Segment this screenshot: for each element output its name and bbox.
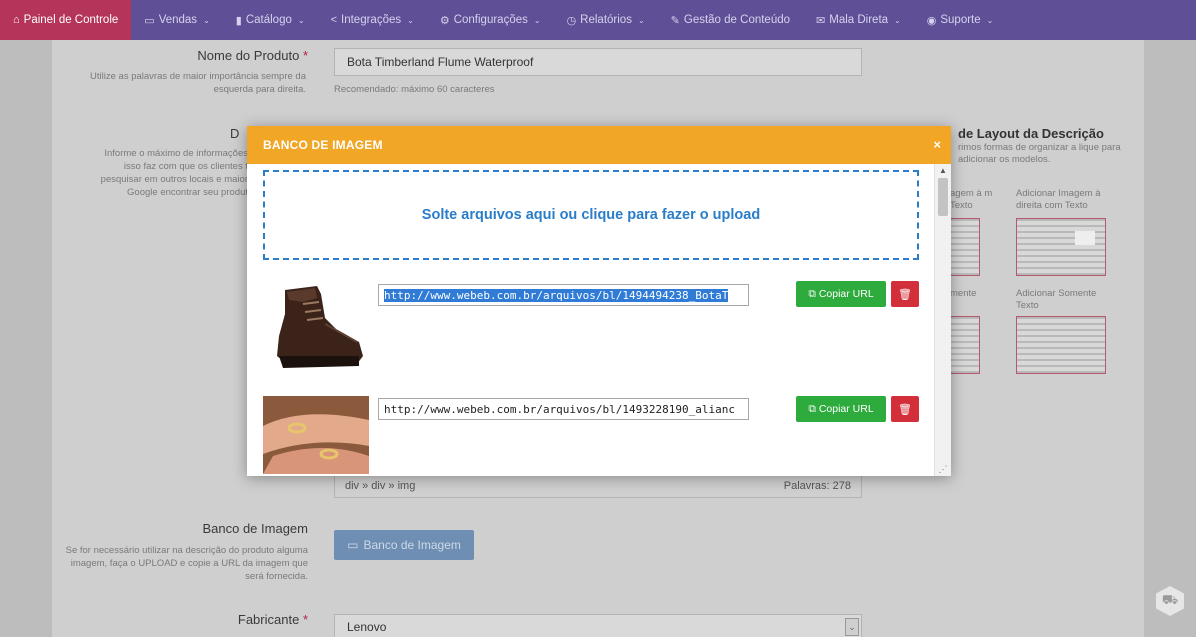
nav-label: Integrações [341, 14, 402, 26]
chevron-down-icon: ⌄ [203, 15, 210, 25]
copy-url-label: Copiar URL [818, 288, 874, 300]
nav-label: Vendas [158, 14, 198, 26]
required-marker: * [302, 48, 308, 63]
nav-label: Mala Direta [829, 14, 889, 26]
manufacturer-label: Fabricante * [110, 612, 308, 627]
nav-label: Suporte [940, 14, 981, 26]
description-hint-line: isso faz com que os clientes t [123, 161, 248, 172]
dropzone-text: Solte arquivos aqui ou clique para fazer… [421, 207, 761, 223]
clock-icon: ◷ [566, 14, 577, 27]
delete-image-button[interactable]: 🗑 [891, 396, 919, 422]
nav-label: Catálogo [245, 14, 292, 26]
manufacturer-select[interactable]: Lenovo ⌄ [334, 614, 862, 637]
product-name-input[interactable]: Bota Timberland Flume Waterproof [334, 48, 862, 76]
template-label: Adicionar Somente Texto [1016, 288, 1097, 311]
product-name-hint: Utilize as palavras de maior importância… [90, 71, 306, 95]
monitor-icon: ▭ [144, 14, 155, 27]
chevron-down-icon: ⌄ [533, 15, 541, 25]
nav-gestao-de-conteudo[interactable]: ✎ Gestão de Conteúdo [658, 0, 803, 40]
home-icon: ⌂ [13, 14, 20, 26]
copy-url-button[interactable]: ⧉ Copiar URL [796, 281, 886, 307]
upload-dropzone[interactable]: Solte arquivos aqui ou clique para fazer… [263, 170, 919, 260]
image-bank-button[interactable]: ▭ Banco de Imagem [334, 530, 474, 560]
folder-icon: ▭ [347, 538, 359, 552]
image-placeholder-icon [1075, 231, 1095, 245]
description-hint: Informe o máximo de informações isso faz… [52, 147, 248, 199]
chevron-down-icon: ⌄ [637, 15, 645, 25]
nav-label: Painel de Controle [23, 14, 119, 26]
copy-icon: ⧉ [808, 287, 816, 300]
support-icon: ◉ [926, 14, 937, 27]
product-name-label-text: Nome do Produto [197, 48, 300, 63]
required-marker: * [302, 612, 308, 627]
share-icon: < [330, 14, 338, 26]
image-list-item: http://www.webeb.com.br/arquivos/bl/1493… [263, 396, 923, 504]
nav-label: Relatórios [580, 14, 632, 26]
nav-configuracoes[interactable]: ⚙ Configurações ⌄ [427, 0, 554, 40]
nav-vendas[interactable]: ▭ Vendas ⌄ [131, 0, 222, 40]
product-name-note: Recomendado: máximo 60 caracteres [334, 84, 495, 95]
layout-title: de Layout da Descrição [958, 126, 1104, 141]
layout-subtitle: rimos formas de organizar a lique para a… [958, 142, 1121, 165]
copy-url-button[interactable]: ⧉ Copiar URL [796, 396, 886, 422]
image-url-input[interactable]: http://www.webeb.com.br/arquivos/bl/1494… [378, 284, 749, 306]
envelope-icon: ✉ [816, 14, 826, 27]
url-text: http://www.webeb.com.br/arquivos/bl/1494… [384, 288, 729, 302]
chevron-down-icon: ⌄ [986, 15, 994, 25]
close-icon[interactable]: × [933, 137, 941, 152]
chevron-down-icon[interactable]: ⌄ [845, 618, 859, 636]
description-hint-line: Google encontrar seu produt [127, 187, 248, 198]
modal-scrollbar[interactable]: ▲ ⋰ [934, 164, 951, 476]
template-label: mente [950, 288, 977, 299]
modal-title: BANCO DE IMAGEM [263, 138, 383, 152]
image-url-input[interactable]: http://www.webeb.com.br/arquivos/bl/1493… [378, 398, 749, 420]
manufacturer-value: Lenovo [347, 620, 387, 634]
trash-icon: 🗑 [898, 403, 912, 416]
gear-icon: ⚙ [439, 14, 450, 27]
product-name-label: Nome do Produto * [110, 48, 308, 63]
manufacturer-label-text: Fabricante [237, 612, 300, 627]
template-label: Adicionar Imagem à direita com Texto [1016, 188, 1101, 211]
delete-image-button[interactable]: 🗑 [891, 281, 919, 307]
rings-image [263, 396, 369, 474]
copy-url-label: Copiar URL [818, 403, 874, 415]
nav-suporte[interactable]: ◉ Suporte ⌄ [914, 0, 1007, 40]
trash-icon: 🗑 [898, 288, 912, 301]
template-label: agem à m Texto [950, 188, 993, 211]
left-gutter [0, 40, 52, 637]
book-icon: ▮ [235, 14, 242, 27]
top-navigation: ⌂ Painel de Controle ▭ Vendas ⌄ ▮ Catálo… [0, 0, 1196, 40]
nav-integracoes[interactable]: < Integrações ⌄ [318, 0, 427, 40]
nav-mala-direta[interactable]: ✉ Mala Direta ⌄ [803, 0, 914, 40]
chevron-down-icon: ⌄ [297, 15, 305, 25]
template-text-only[interactable] [1016, 316, 1106, 374]
image-bank-button-label: Banco de Imagem [363, 538, 461, 552]
nav-label: Gestão de Conteúdo [683, 14, 791, 26]
image-bank-hint: Se for necessário utilizar na descrição … [65, 545, 308, 582]
template-image-right[interactable] [1016, 218, 1106, 276]
boot-image [263, 278, 369, 384]
scroll-up-icon[interactable]: ▲ [935, 166, 951, 178]
scroll-thumb[interactable] [938, 178, 948, 216]
image-bank-modal: BANCO DE IMAGEM × Solte arquivos aqui ou… [247, 126, 951, 476]
resize-handle-icon[interactable]: ⋰ [936, 464, 950, 474]
edit-icon: ✎ [670, 14, 680, 27]
copy-icon: ⧉ [808, 402, 816, 415]
nav-relatorios[interactable]: ◷ Relatórios ⌄ [554, 0, 658, 40]
right-gutter [1144, 40, 1196, 637]
modal-header: BANCO DE IMAGEM × [247, 126, 951, 164]
nav-label: Configurações [453, 14, 528, 26]
nav-catalogo[interactable]: ▮ Catálogo ⌄ [223, 0, 318, 40]
chevron-down-icon: ⌄ [894, 15, 901, 25]
nav-painel-de-controle[interactable]: ⌂ Painel de Controle [0, 0, 132, 40]
image-list-item: http://www.webeb.com.br/arquivos/bl/1494… [263, 278, 923, 386]
chevron-down-icon: ⌄ [407, 15, 414, 25]
description-hint-line: pesquisar em outros locais e maior [100, 174, 248, 185]
description-hint-line: Informe o máximo de informações [104, 148, 248, 159]
image-bank-label: Banco de Imagem [202, 521, 308, 536]
